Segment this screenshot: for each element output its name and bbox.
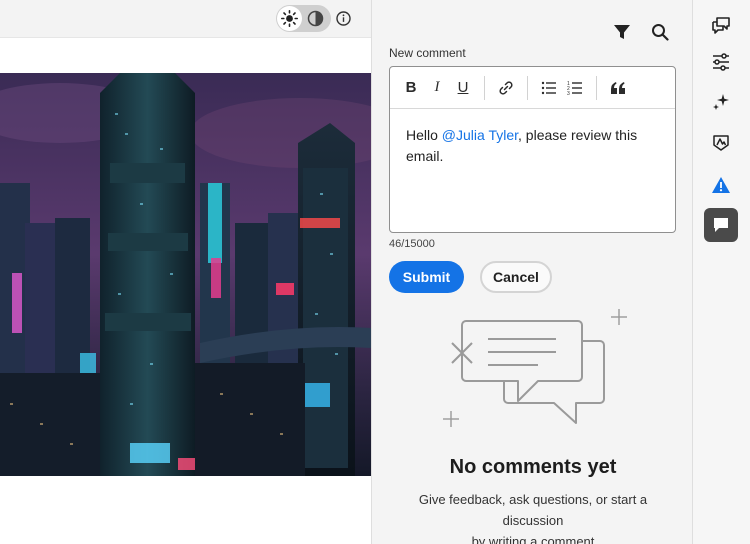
empty-state-description: Give feedback, ask questions, or start a… bbox=[387, 489, 679, 544]
toolbar-divider bbox=[527, 75, 528, 100]
empty-desc-line1: Give feedback, ask questions, or start a… bbox=[418, 492, 648, 528]
warning-icon[interactable] bbox=[704, 168, 738, 202]
panel-actions bbox=[612, 22, 670, 42]
editor-toolbar: B I U 1 2 3 bbox=[390, 67, 675, 109]
sun-icon[interactable] bbox=[277, 6, 302, 31]
accessibility-badge-icon[interactable] bbox=[704, 126, 738, 160]
comment-text[interactable]: Hello @Julia Tyler, please review this e… bbox=[390, 109, 675, 183]
quote-icon[interactable] bbox=[605, 75, 631, 101]
bold-button[interactable]: B bbox=[398, 75, 424, 101]
theme-toggle[interactable] bbox=[276, 5, 331, 32]
app: New comment B I U 1 2 3 Hello @Julia Tyl… bbox=[0, 0, 750, 544]
empty-state-title: No comments yet bbox=[449, 456, 617, 478]
info-icon[interactable] bbox=[335, 10, 351, 26]
new-comment-label: New comment bbox=[389, 46, 466, 60]
preview-toolbar bbox=[0, 0, 371, 38]
comment-icon[interactable] bbox=[704, 208, 738, 242]
comments-stack-icon[interactable] bbox=[704, 8, 738, 42]
numbered-list-icon[interactable]: 1 2 3 bbox=[562, 75, 588, 101]
cancel-button[interactable]: Cancel bbox=[480, 261, 552, 293]
comment-editor[interactable]: B I U 1 2 3 Hello @Julia Tyler, please r… bbox=[389, 66, 676, 233]
sparkle-icon[interactable] bbox=[704, 85, 738, 119]
filter-icon[interactable] bbox=[612, 22, 632, 42]
italic-button[interactable]: I bbox=[424, 75, 450, 101]
toolbar-divider bbox=[596, 75, 597, 100]
empty-desc-line2: by writing a comment bbox=[471, 534, 595, 544]
comments-panel: New comment B I U 1 2 3 Hello @Julia Tyl… bbox=[371, 0, 693, 544]
char-count: 46/15000 bbox=[389, 238, 435, 250]
sliders-icon[interactable] bbox=[704, 45, 738, 79]
comment-prefix: Hello bbox=[406, 127, 442, 143]
empty-comments-illustration bbox=[438, 305, 638, 430]
bullet-list-icon[interactable] bbox=[536, 75, 562, 101]
city-image bbox=[0, 73, 371, 476]
svg-text:3: 3 bbox=[567, 90, 570, 95]
search-icon[interactable] bbox=[650, 22, 670, 42]
right-rail bbox=[693, 0, 750, 544]
link-icon[interactable] bbox=[493, 75, 519, 101]
contrast-icon[interactable] bbox=[307, 10, 324, 27]
submit-button[interactable]: Submit bbox=[389, 261, 464, 293]
toolbar-divider bbox=[484, 75, 485, 100]
mention[interactable]: @Julia Tyler bbox=[442, 127, 518, 143]
underline-button[interactable]: U bbox=[450, 75, 476, 101]
preview-area bbox=[0, 0, 371, 544]
